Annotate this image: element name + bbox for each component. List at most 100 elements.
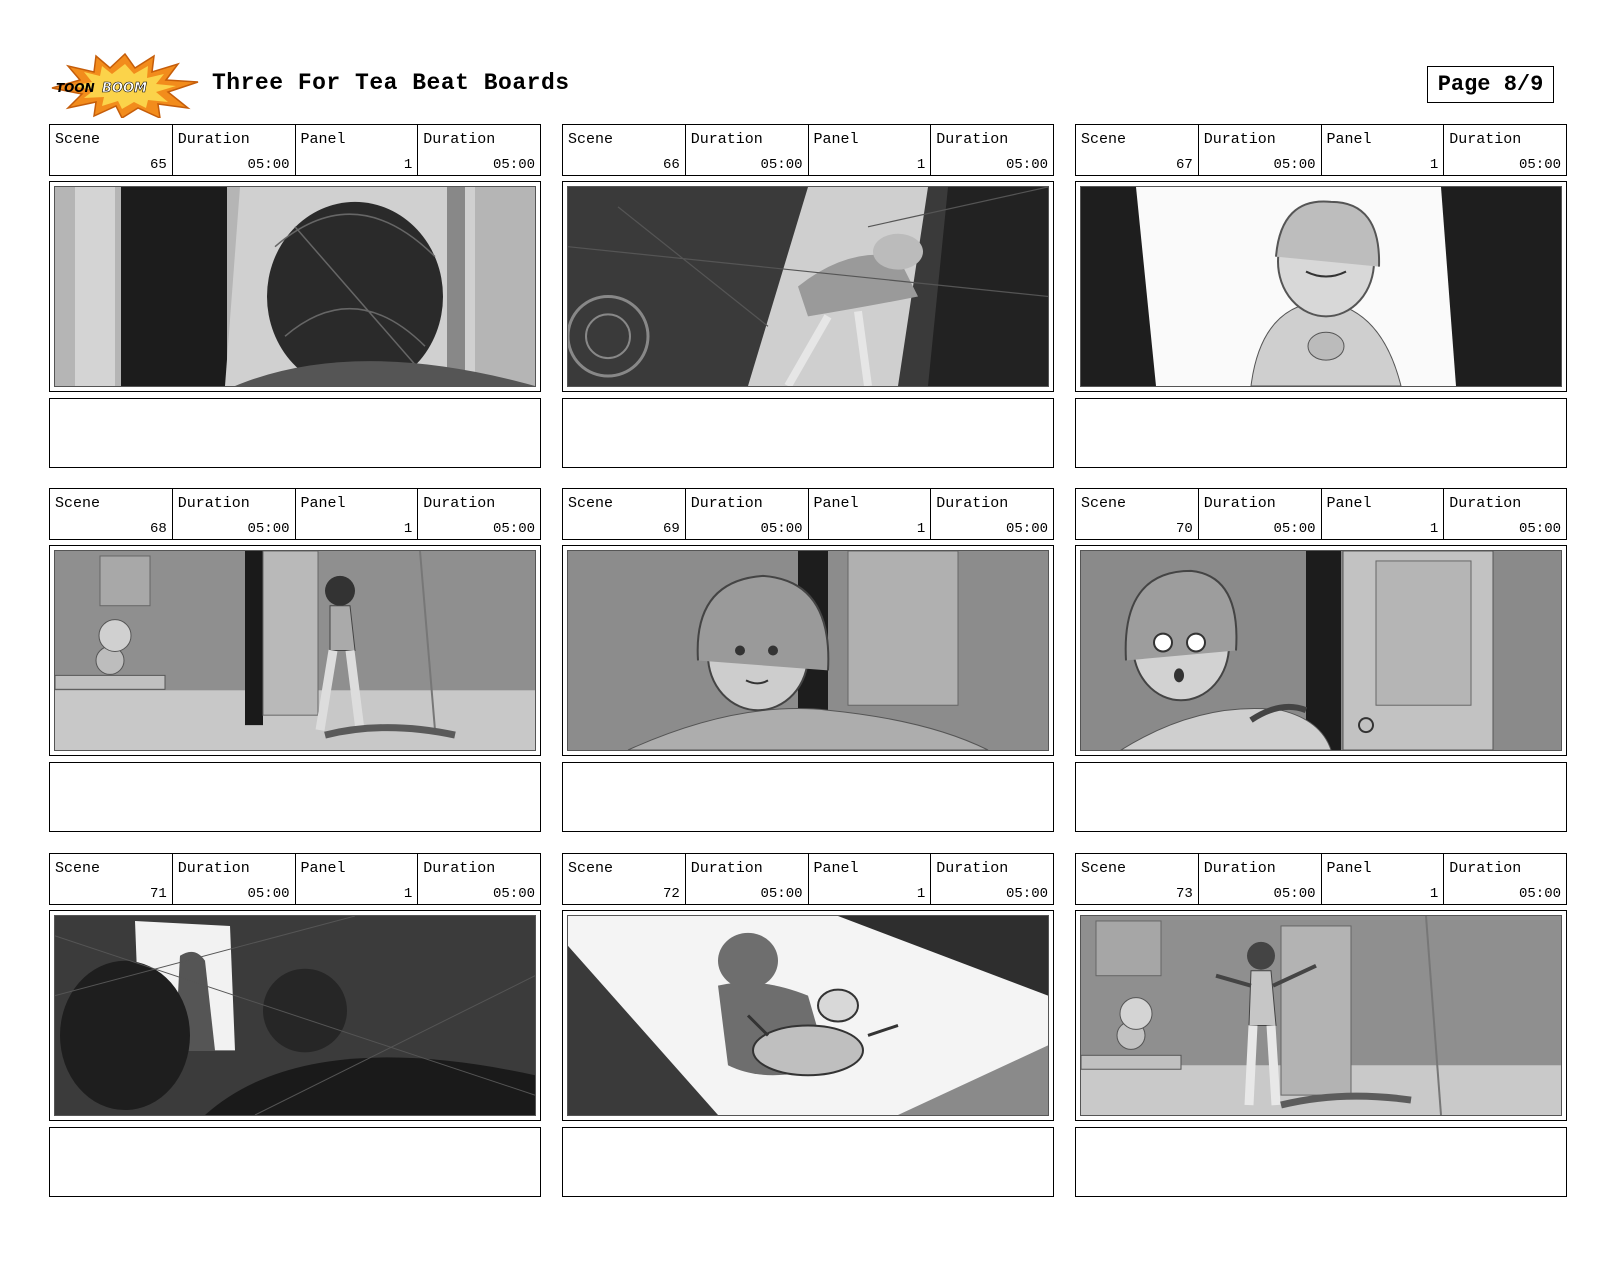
panel-duration: 05:00 [1518, 886, 1561, 902]
sketch-girl-entering-room [54, 550, 536, 751]
panel-duration: 05:00 [492, 521, 535, 537]
panel-notes-box[interactable] [1075, 1127, 1567, 1197]
panel-drawing-frame[interactable] [1075, 910, 1567, 1121]
panel-duration: 05:00 [1518, 157, 1561, 173]
duration-label: Duration [690, 860, 763, 877]
duration-label: Duration [690, 495, 763, 512]
scene-number: 66 [662, 157, 680, 173]
panel-duration-label: Duration [1449, 860, 1522, 877]
panel-number: 1 [1429, 157, 1439, 173]
panel-notes-box[interactable] [562, 398, 1054, 468]
panel-notes-box[interactable] [49, 398, 541, 468]
panel-header: Scene 65 Duration 05:00 Panel 1 Duration 05:… [49, 124, 541, 176]
panel-label: Panel [1326, 860, 1372, 877]
sketch-falling-figure [567, 186, 1049, 387]
scene-duration: 05:00 [760, 521, 803, 537]
sketch-dark-room-silhouettes [54, 915, 536, 1116]
scene-number: 71 [149, 886, 167, 902]
panel-drawing-frame[interactable] [562, 181, 1054, 392]
scene-label: Scene [55, 131, 101, 148]
duration-label: Duration [1203, 860, 1276, 877]
panel-drawing-frame[interactable] [49, 181, 541, 392]
panel-drawing-frame[interactable] [49, 910, 541, 1121]
panel-header: Scene 66 Duration 05:00 Panel 1 Duration 05:… [562, 124, 1054, 176]
panel-duration: 05:00 [1005, 886, 1048, 902]
panel-header: Scene 71 Duration 05:00 Panel 1 Duration 05:… [49, 853, 541, 905]
panel-drawing-frame[interactable] [49, 545, 541, 756]
panel-header: Scene 73 Duration 05:00 Panel 1 Duration 05:… [1075, 853, 1567, 905]
panel-duration-label: Duration [423, 495, 496, 512]
scene-duration: 05:00 [247, 157, 290, 173]
panel-label: Panel [813, 495, 859, 512]
scene-label: Scene [568, 495, 614, 512]
panel-notes-box[interactable] [49, 1127, 541, 1197]
svg-text:BOOM: BOOM [102, 81, 147, 96]
sketch-girl-shy-smile [1080, 186, 1562, 387]
panel-number: 1 [1429, 886, 1439, 902]
toonboom-logo: TOON BOOM [50, 52, 200, 120]
panel-number: 1 [403, 886, 413, 902]
duration-label: Duration [1203, 495, 1276, 512]
panel-duration: 05:00 [1005, 157, 1048, 173]
panel-header: Scene 68 Duration 05:00 Panel 1 Duration 05:… [49, 488, 541, 540]
panel-notes-box[interactable] [562, 1127, 1054, 1197]
sketch-girl-shrugging [1080, 915, 1562, 1116]
panel-duration-label: Duration [1449, 131, 1522, 148]
scene-duration: 05:00 [1273, 521, 1316, 537]
panel-drawing-frame[interactable] [1075, 545, 1567, 756]
scene-number: 65 [149, 157, 167, 173]
panel-number: 1 [1429, 521, 1439, 537]
scene-label: Scene [55, 495, 101, 512]
panel-drawing-frame[interactable] [562, 910, 1054, 1121]
scene-label: Scene [55, 860, 101, 877]
panel-drawing-frame[interactable] [1075, 181, 1567, 392]
sketch-shadow-on-floor [567, 915, 1049, 1116]
scene-label: Scene [568, 131, 614, 148]
panel-label: Panel [813, 131, 859, 148]
scene-label: Scene [568, 860, 614, 877]
panel-duration-label: Duration [1449, 495, 1522, 512]
panel-label: Panel [1326, 131, 1372, 148]
scene-duration: 05:00 [247, 521, 290, 537]
panel-label: Panel [300, 495, 346, 512]
panel-notes-box[interactable] [1075, 762, 1567, 832]
sketch-girl-back-doorway [54, 186, 536, 387]
svg-text:TOON: TOON [56, 81, 95, 95]
panel-header: Scene 69 Duration 05:00 Panel 1 Duration 05:… [562, 488, 1054, 540]
panel-notes-box[interactable] [562, 762, 1054, 832]
panel-duration: 05:00 [492, 157, 535, 173]
scene-duration: 05:00 [760, 886, 803, 902]
panel-duration-label: Duration [936, 495, 1009, 512]
panel-number: 1 [916, 521, 926, 537]
scene-number: 67 [1175, 157, 1193, 173]
scene-label: Scene [1081, 860, 1127, 877]
panel-duration: 05:00 [1005, 521, 1048, 537]
scene-number: 70 [1175, 521, 1193, 537]
panel-label: Panel [300, 860, 346, 877]
panel-header: Scene 70 Duration 05:00 Panel 1 Duration 05:… [1075, 488, 1567, 540]
panel-duration: 05:00 [492, 886, 535, 902]
panel-label: Panel [1326, 495, 1372, 512]
scene-label: Scene [1081, 495, 1127, 512]
scene-number: 72 [662, 886, 680, 902]
scene-number: 73 [1175, 886, 1193, 902]
board-title: Three For Tea Beat Boards [212, 70, 570, 96]
panel-drawing-frame[interactable] [562, 545, 1054, 756]
duration-label: Duration [690, 131, 763, 148]
panel-header: Scene 67 Duration 05:00 Panel 1 Duration 05:… [1075, 124, 1567, 176]
sketch-girl-close-up [567, 550, 1049, 751]
scene-duration: 05:00 [1273, 157, 1316, 173]
panel-number: 1 [916, 886, 926, 902]
panel-notes-box[interactable] [49, 762, 541, 832]
panel-number: 1 [916, 157, 926, 173]
panel-duration: 05:00 [1518, 521, 1561, 537]
panel-duration-label: Duration [936, 131, 1009, 148]
panel-notes-box[interactable] [1075, 398, 1567, 468]
scene-duration: 05:00 [247, 886, 290, 902]
panel-header: Scene 72 Duration 05:00 Panel 1 Duration 05:… [562, 853, 1054, 905]
scene-number: 69 [662, 521, 680, 537]
panel-label: Panel [813, 860, 859, 877]
duration-label: Duration [177, 131, 250, 148]
panel-number: 1 [403, 157, 413, 173]
panel-label: Panel [300, 131, 346, 148]
